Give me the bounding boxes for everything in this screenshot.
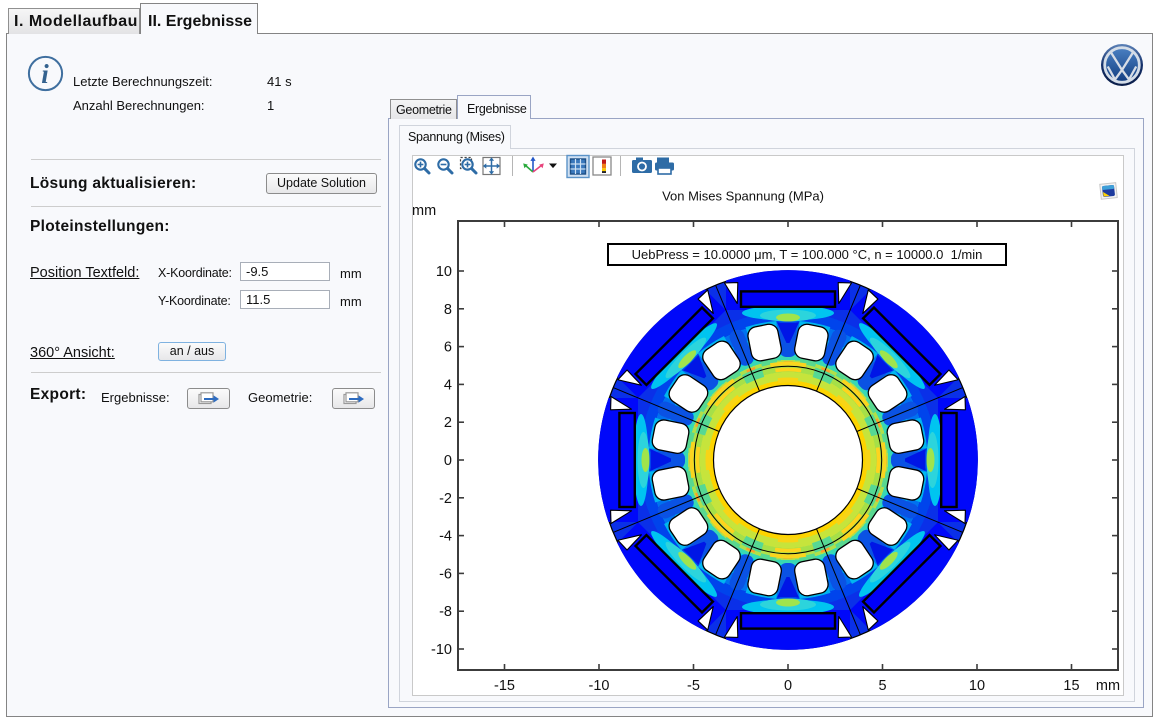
- svg-text:10: 10: [436, 264, 452, 280]
- svg-text:0: 0: [444, 453, 452, 469]
- svg-text:-10: -10: [589, 678, 610, 694]
- svg-text:8: 8: [444, 302, 452, 318]
- svg-text:-15: -15: [494, 678, 515, 694]
- svg-text:-2: -2: [439, 491, 452, 507]
- svg-text:Von Mises Spannung (MPa): Von Mises Spannung (MPa): [662, 189, 824, 204]
- svg-text:15: 15: [1063, 678, 1079, 694]
- svg-text:-10: -10: [431, 642, 452, 658]
- svg-text:-6: -6: [439, 566, 452, 582]
- svg-text:6: 6: [444, 340, 452, 356]
- svg-text:-8: -8: [439, 604, 452, 620]
- svg-text:mm: mm: [1096, 678, 1120, 694]
- svg-text:5: 5: [878, 678, 886, 694]
- svg-text:0: 0: [784, 678, 792, 694]
- svg-text:-4: -4: [439, 529, 452, 545]
- svg-text:mm: mm: [412, 203, 436, 219]
- svg-text:10: 10: [969, 678, 985, 694]
- svg-text:2: 2: [444, 415, 452, 431]
- svg-text:-5: -5: [687, 678, 700, 694]
- svg-text:4: 4: [444, 377, 452, 393]
